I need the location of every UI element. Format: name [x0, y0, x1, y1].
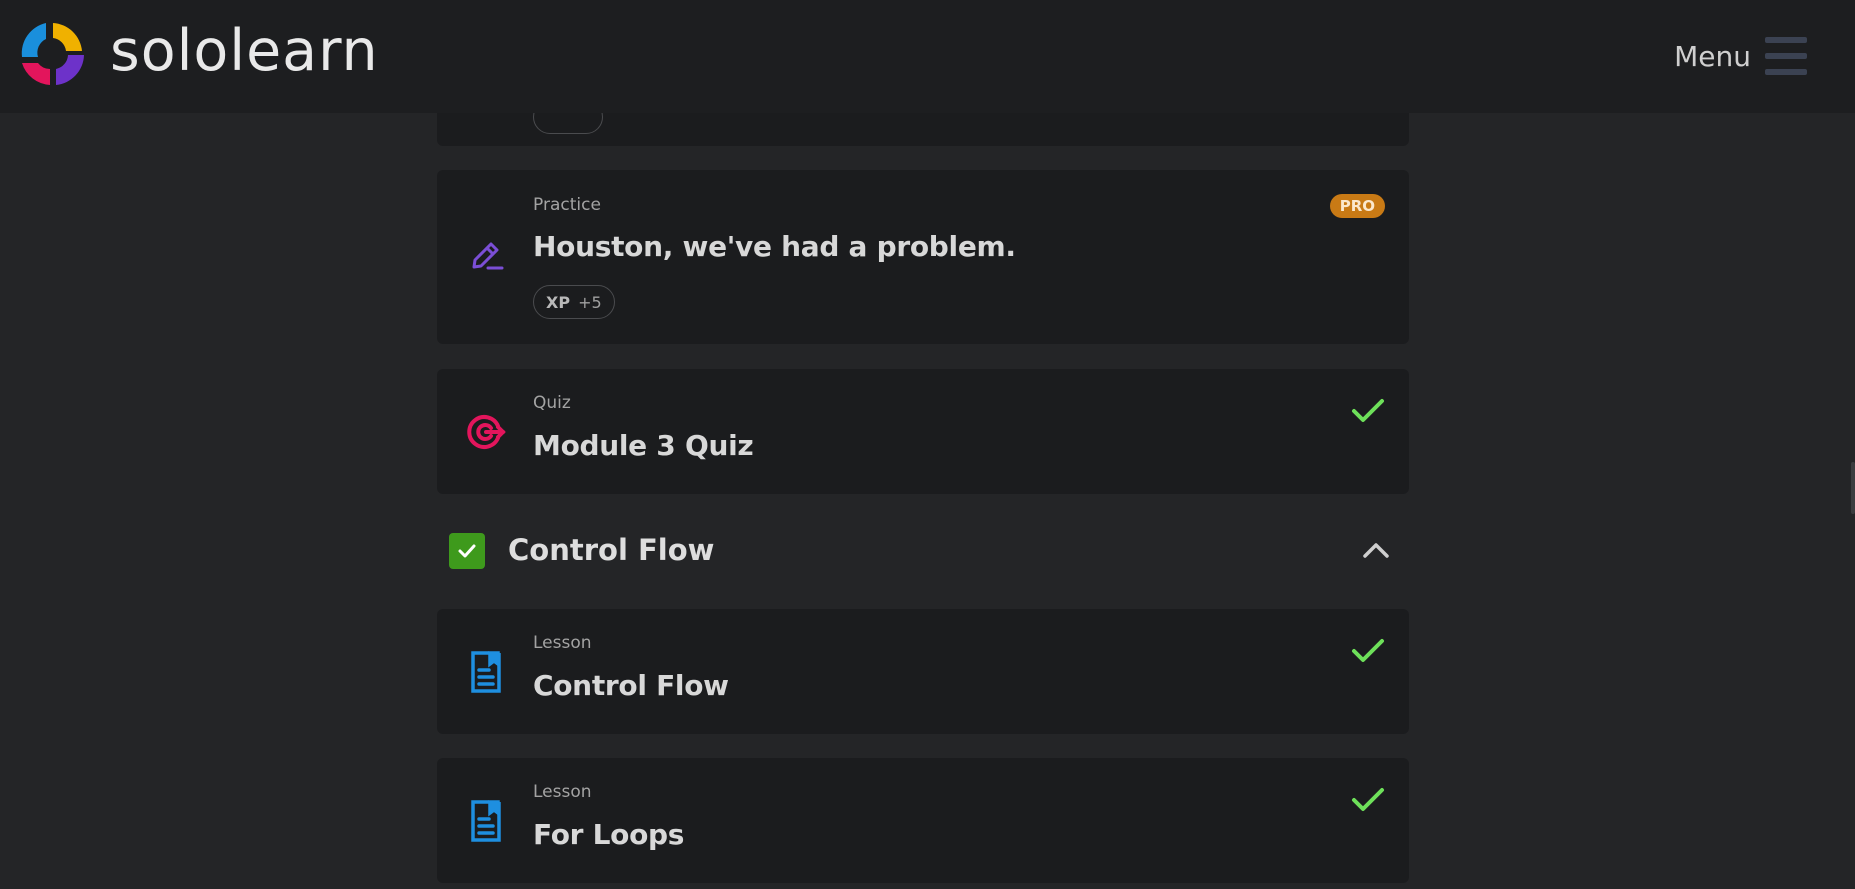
card-type-label: Lesson [533, 782, 592, 802]
card-title: Houston, we've had a problem. [533, 230, 1016, 263]
brand-name[interactable]: sololearn [110, 14, 379, 88]
scrollbar-thumb[interactable] [1851, 462, 1855, 514]
target-quiz-icon [463, 409, 509, 455]
top-navigation-bar: sololearn Menu [0, 0, 1855, 113]
card-type-label: Lesson [533, 633, 592, 653]
card-type-label: Practice [533, 195, 601, 215]
menu-label: Menu [1674, 39, 1751, 73]
card-title: For Loops [533, 818, 685, 851]
completed-check-icon [1352, 399, 1384, 422]
completed-check-icon [1352, 639, 1384, 662]
completed-check-icon [1352, 788, 1384, 811]
lesson-doc-icon [463, 798, 509, 844]
xp-value: +5 [578, 292, 602, 312]
quiz-card[interactable]: Quiz Module 3 Quiz [437, 369, 1409, 494]
card-type-label: Quiz [533, 393, 571, 413]
pro-badge: PRO [1329, 194, 1385, 218]
hamburger-icon [1765, 37, 1807, 75]
chevron-up-icon[interactable] [1361, 539, 1391, 561]
xp-badge: XP +5 [533, 285, 615, 319]
section-header-control-flow[interactable]: Control Flow [437, 521, 1409, 581]
lesson-card-control-flow[interactable]: Lesson Control Flow [437, 609, 1409, 734]
card-title: Control Flow [533, 669, 729, 702]
section-complete-checkbox [449, 533, 485, 569]
lesson-doc-icon [463, 649, 509, 695]
card-title: Module 3 Quiz [533, 429, 754, 462]
section-title: Control Flow [508, 533, 715, 567]
sololearn-logo-icon[interactable] [16, 17, 90, 91]
practice-edit-icon [463, 232, 509, 278]
lesson-card-for-loops[interactable]: Lesson For Loops [437, 758, 1409, 883]
practice-card[interactable]: Practice Houston, we've had a problem. X… [437, 170, 1409, 344]
menu-button[interactable]: Menu [1674, 28, 1807, 84]
xp-label: XP [546, 292, 571, 312]
